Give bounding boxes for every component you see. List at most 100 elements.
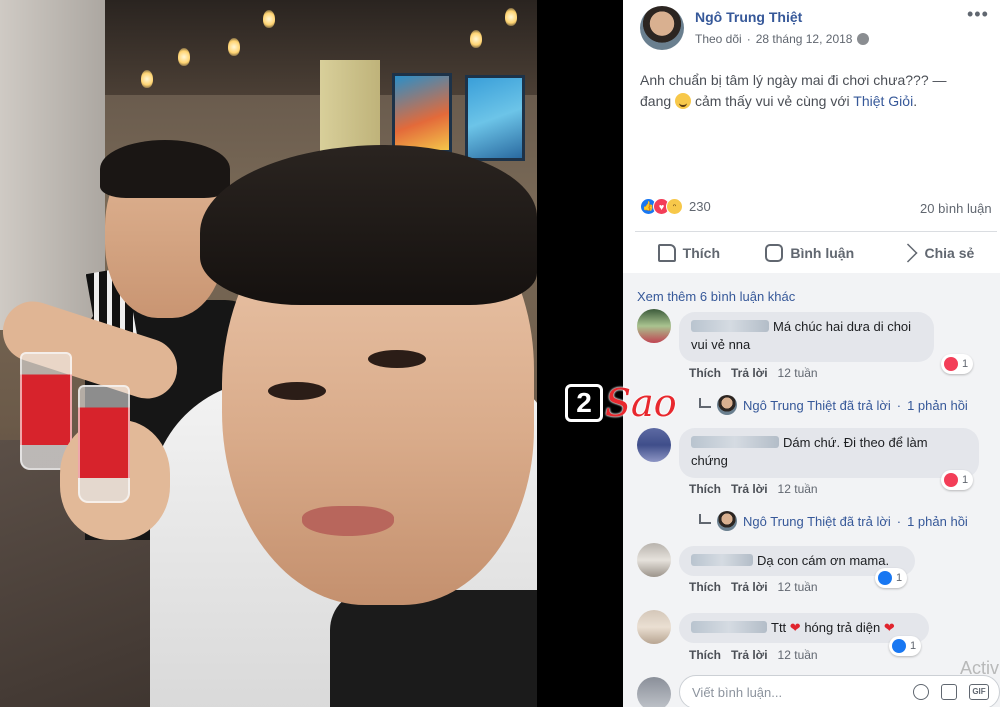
comment-time[interactable]: 12 tuần	[778, 648, 818, 662]
man-hair	[100, 140, 230, 198]
glass	[78, 385, 130, 503]
separator: ·	[896, 513, 902, 529]
comment-reactions[interactable]: 1	[889, 636, 922, 656]
reply-arrow-icon	[699, 398, 711, 408]
post-photo[interactable]	[0, 0, 537, 707]
reply-summary[interactable]: Ngô Trung Thiệt đã trả lời · 1 phản hồi	[699, 511, 968, 531]
boy-shirt	[330, 590, 537, 707]
like-icon	[657, 244, 676, 262]
emoji-icon	[675, 93, 692, 109]
write-comment: Viết bình luận... GIF	[637, 675, 1000, 707]
comment-label: Bình luận	[790, 245, 855, 261]
blurred-name	[691, 621, 767, 633]
boy-eye	[368, 350, 426, 368]
post-date[interactable]: 28 tháng 12, 2018	[756, 32, 853, 46]
comment-placeholder: Viết bình luận...	[692, 684, 783, 700]
comment-count[interactable]: 20 bình luận	[920, 201, 992, 216]
comment-actions: Thích Trả lời 12 tuần	[689, 648, 818, 662]
comment-button[interactable]: Bình luận	[765, 244, 854, 262]
comment-input[interactable]: Viết bình luận... GIF	[679, 675, 1000, 707]
comment-time[interactable]: 12 tuần	[778, 580, 818, 594]
like-label: Thích	[682, 245, 721, 261]
reply-author: Ngô Trung Thiệt đã trả lời	[743, 397, 891, 413]
watermark-logo: 2 Sao	[565, 378, 677, 428]
reaction-summary[interactable]: 👍 ♥ ᵔ 230	[640, 198, 711, 215]
comment-icon	[765, 244, 784, 262]
comment-reply-link[interactable]: Trả lời	[731, 648, 768, 662]
poster	[465, 75, 525, 161]
comment-text: Dạ con cám ơn mama.	[757, 553, 890, 568]
author-avatar[interactable]	[640, 6, 684, 50]
blurred-name	[691, 320, 769, 332]
separator: ·	[746, 32, 751, 46]
share-button[interactable]: Chia sẻ	[898, 243, 975, 263]
bulb	[470, 30, 482, 48]
reaction-count: 230	[689, 199, 711, 214]
comment-like-link[interactable]: Thích	[689, 482, 721, 496]
boy-hair	[200, 145, 537, 305]
like-icon	[878, 571, 892, 585]
comment-actions: Thích Trả lời 12 tuần	[689, 366, 818, 380]
action-bar: Thích Bình luận Chia sẻ	[635, 234, 997, 272]
comment-reaction-count: 1	[896, 572, 903, 584]
comment-actions: Thích Trả lời 12 tuần	[689, 482, 818, 496]
more-icon[interactable]: •••	[967, 4, 989, 25]
heart-icon: ❤	[883, 620, 895, 635]
comment-reaction-count: 1	[962, 358, 969, 370]
comment-reply-link[interactable]: Trả lời	[731, 482, 768, 496]
post-text: Anh chuẩn bị tâm lý ngày mai đi chơi chư…	[640, 70, 990, 112]
comment-reply-link[interactable]: Trả lời	[731, 366, 768, 380]
composer-icons: GIF	[913, 684, 989, 700]
comment-reactions[interactable]: 1	[941, 470, 974, 490]
watermark-text: Sao	[605, 381, 677, 425]
follow-link[interactable]: Theo dõi	[695, 32, 742, 46]
comment-time[interactable]: 12 tuần	[778, 366, 818, 380]
comment-reaction-count: 1	[910, 640, 917, 652]
comment-reply-link[interactable]: Trả lời	[731, 580, 768, 594]
comment-bubble: Dám chứ. Đi theo để làm chứng	[679, 428, 979, 478]
like-button[interactable]: Thích	[657, 244, 721, 262]
comment-reactions[interactable]: 1	[875, 568, 908, 588]
feeling-prefix: đang	[640, 93, 672, 109]
reply-arrow-icon	[699, 514, 711, 524]
share-label: Chia sẻ	[924, 245, 975, 261]
post-meta: Theo dõi · 28 tháng 12, 2018	[695, 32, 870, 46]
bulb	[178, 48, 190, 66]
haha-icon: ᵔ	[666, 198, 683, 215]
comment-actions: Thích Trả lời 12 tuần	[689, 580, 818, 594]
camera-icon[interactable]	[941, 684, 957, 700]
tagged-user[interactable]: Thiệt Giỏi	[853, 93, 913, 109]
comment-bubble: Má chúc hai dưa di choi vui vẻ nna	[679, 312, 934, 362]
blurred-name	[691, 436, 779, 448]
watermark-box: 2	[565, 384, 603, 422]
reply-count: 1 phản hồi	[907, 397, 968, 413]
post-pane: Ngô Trung Thiệt Theo dõi · 28 tháng 12, …	[623, 0, 1000, 707]
reply-summary[interactable]: Ngô Trung Thiệt đã trả lời · 1 phản hồi	[699, 395, 968, 415]
comment-like-link[interactable]: Thích	[689, 366, 721, 380]
sentence-end: .	[913, 93, 918, 109]
see-more-comments[interactable]: Xem thêm 6 bình luận khác	[637, 289, 795, 304]
blurred-name	[691, 554, 753, 566]
comment-time[interactable]: 12 tuần	[778, 482, 818, 496]
bulb	[141, 70, 153, 88]
divider	[635, 231, 997, 232]
comment-like-link[interactable]: Thích	[689, 580, 721, 594]
comment-text-a: Ttt	[771, 620, 787, 635]
bulb	[228, 38, 240, 56]
comment-avatar[interactable]	[637, 309, 671, 343]
comment-reactions[interactable]: 1	[941, 354, 974, 374]
boy-eye	[268, 382, 326, 400]
boy-lips	[302, 506, 394, 536]
gif-icon[interactable]: GIF	[969, 684, 989, 700]
author-name[interactable]: Ngô Trung Thiệt	[695, 9, 802, 25]
comment-avatar[interactable]	[637, 610, 671, 644]
poster	[392, 73, 452, 153]
heart-icon: ❤	[789, 620, 801, 635]
comment-avatar[interactable]	[637, 543, 671, 577]
share-icon	[898, 243, 919, 263]
comment-reaction-count: 1	[962, 474, 969, 486]
emoji-picker-icon[interactable]	[913, 684, 929, 700]
comment-like-link[interactable]: Thích	[689, 648, 721, 662]
comment-avatar[interactable]	[637, 428, 671, 462]
reply-avatar	[717, 511, 737, 531]
